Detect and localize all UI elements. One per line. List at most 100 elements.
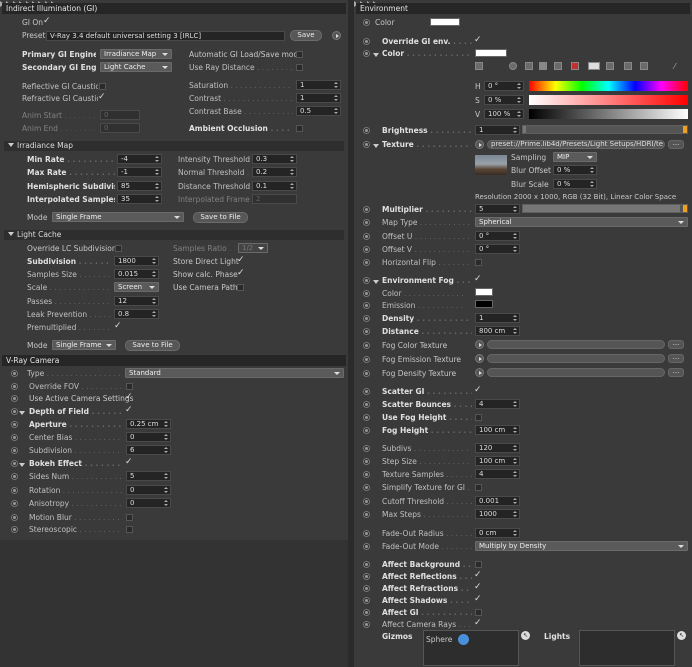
auto-gi-checkbox[interactable]: [296, 51, 303, 58]
override-fov-checkbox[interactable]: [126, 383, 133, 390]
image-icon[interactable]: [539, 62, 547, 70]
swatches-icon[interactable]: [624, 62, 632, 70]
aff-gi-checkbox[interactable]: [475, 609, 482, 616]
aperture-field[interactable]: 0.25 cm: [126, 419, 171, 429]
s-field[interactable]: 0 %: [484, 95, 524, 105]
leak-field[interactable]: 0.8: [114, 309, 159, 319]
override-gi-check[interactable]: ✓: [474, 36, 483, 45]
brightness-field[interactable]: 1: [475, 125, 520, 135]
motion-blur-checkbox[interactable]: [126, 514, 133, 521]
texture-radio[interactable]: [363, 141, 370, 148]
fog-color-tex-more-button[interactable]: ...: [668, 340, 684, 349]
hemi-field[interactable]: 85: [117, 181, 162, 191]
passes-field[interactable]: 12: [114, 296, 159, 306]
fog-dens-tex-arrow-button[interactable]: [475, 368, 484, 377]
use-fog-height-radio[interactable]: [363, 414, 370, 421]
step-size-radio[interactable]: [363, 458, 370, 465]
save-button[interactable]: Save: [290, 30, 322, 41]
kelvin-icon[interactable]: [554, 62, 562, 70]
aff-cam-check[interactable]: ✓: [474, 619, 483, 628]
dof-radio[interactable]: [11, 408, 18, 415]
fog-height-radio[interactable]: [363, 427, 370, 434]
max-rate-field[interactable]: -1: [117, 167, 162, 177]
distance-field[interactable]: 800 cm: [475, 326, 520, 336]
refl-caustics-checkbox[interactable]: [99, 83, 106, 90]
offset-u-field[interactable]: 0 °: [475, 231, 520, 241]
environment-header[interactable]: Environment: [356, 3, 690, 14]
tex-samples-radio[interactable]: [363, 471, 370, 478]
scatter-bounces-field[interactable]: 4: [475, 399, 520, 409]
interp-field[interactable]: 35: [117, 194, 162, 204]
eyedropper-icon[interactable]: ⁄: [674, 62, 682, 71]
simplify-checkbox[interactable]: [475, 484, 482, 491]
fade-radius-radio[interactable]: [363, 530, 370, 537]
subdivs-radio[interactable]: [363, 445, 370, 452]
gizmos-pick-icon[interactable]: ↖: [521, 631, 530, 640]
dof-check[interactable]: ✓: [125, 406, 134, 415]
offset-v-field[interactable]: 0 °: [475, 244, 520, 254]
map-type-dropdown[interactable]: Spherical: [475, 217, 688, 227]
aff-refr-check[interactable]: ✓: [474, 583, 483, 592]
override-gi-radio[interactable]: [363, 38, 370, 45]
lights-list[interactable]: [579, 630, 675, 666]
color2-swatch[interactable]: [475, 49, 507, 57]
aff-bg-checkbox[interactable]: [475, 561, 482, 568]
rotation-field[interactable]: 0: [126, 485, 171, 495]
emission-radio[interactable]: [363, 302, 370, 309]
vray-camera-header[interactable]: V-Ray Camera: [2, 355, 346, 366]
fog-color-radio[interactable]: [363, 290, 370, 297]
v-field[interactable]: 100 %: [484, 109, 524, 119]
h-field[interactable]: 0 °: [484, 81, 524, 91]
offset-u-radio[interactable]: [363, 233, 370, 240]
lc-save-to-file-button[interactable]: Save to File: [125, 340, 180, 351]
override-lc-checkbox[interactable]: [115, 245, 122, 252]
color2-radio[interactable]: [363, 50, 370, 57]
aniso-radio[interactable]: [11, 500, 18, 507]
sides-field[interactable]: 5: [126, 471, 171, 481]
sphere-item[interactable]: Sphere: [426, 634, 452, 645]
center-bias-field[interactable]: 0: [126, 432, 171, 442]
fade-mode-dropdown[interactable]: Multiply by Density: [475, 541, 688, 551]
spectrum-icon[interactable]: [525, 62, 533, 70]
fog-color-tex-field[interactable]: [487, 340, 665, 349]
density-field[interactable]: 1: [475, 313, 520, 323]
lc-subdivision-field[interactable]: 1800: [114, 256, 159, 266]
saturation-field[interactable]: 1: [296, 80, 341, 90]
gi-header[interactable]: Indirect Illumination (GI): [2, 3, 346, 14]
aff-shad-check[interactable]: ✓: [474, 595, 483, 604]
blur-scale-field[interactable]: 0 %: [553, 179, 597, 189]
use-active-radio[interactable]: [11, 395, 18, 402]
secondary-engine-dropdown[interactable]: Light Cache: [100, 62, 172, 72]
use-ray-checkbox[interactable]: [296, 64, 303, 71]
type-anim-radio[interactable]: [11, 370, 18, 377]
density-radio[interactable]: [363, 315, 370, 322]
blur-offset-field[interactable]: 0 %: [553, 165, 597, 175]
fog-color-tex-radio[interactable]: [363, 342, 370, 349]
tex-samples-field[interactable]: 4: [475, 469, 520, 479]
primary-engine-dropdown[interactable]: Irradiance Map: [100, 49, 172, 59]
store-direct-check[interactable]: ✓: [237, 256, 246, 265]
texture-more-button[interactable]: ...: [668, 140, 684, 149]
lights-pick-icon[interactable]: ↖: [677, 631, 686, 640]
hue-slider[interactable]: [529, 81, 688, 91]
gizmos-list[interactable]: Sphere: [423, 630, 519, 666]
aff-refl-check[interactable]: ✓: [474, 571, 483, 580]
aff-bg-radio[interactable]: [363, 561, 370, 568]
hflip-checkbox[interactable]: [475, 259, 482, 266]
contrast-field[interactable]: 1: [296, 93, 341, 103]
multiplier-radio[interactable]: [363, 206, 370, 213]
color-swatch[interactable]: [430, 18, 460, 26]
multiplier-field[interactable]: 5: [475, 204, 520, 214]
env-fog-radio[interactable]: [363, 277, 370, 284]
map-type-radio[interactable]: [363, 219, 370, 226]
aniso-field[interactable]: 0: [126, 498, 171, 508]
fog-emis-tex-more-button[interactable]: ...: [668, 354, 684, 363]
motion-blur-radio[interactable]: [11, 514, 18, 521]
irr-mode-dropdown[interactable]: Single Frame: [52, 212, 184, 222]
rotation-radio[interactable]: [11, 487, 18, 494]
fog-color-swatch[interactable]: [475, 288, 493, 296]
fog-emis-tex-field[interactable]: [487, 354, 665, 363]
wheel-icon[interactable]: [509, 62, 517, 70]
env-fog-check[interactable]: ✓: [474, 275, 483, 284]
bokeh-check[interactable]: ✓: [125, 458, 134, 467]
